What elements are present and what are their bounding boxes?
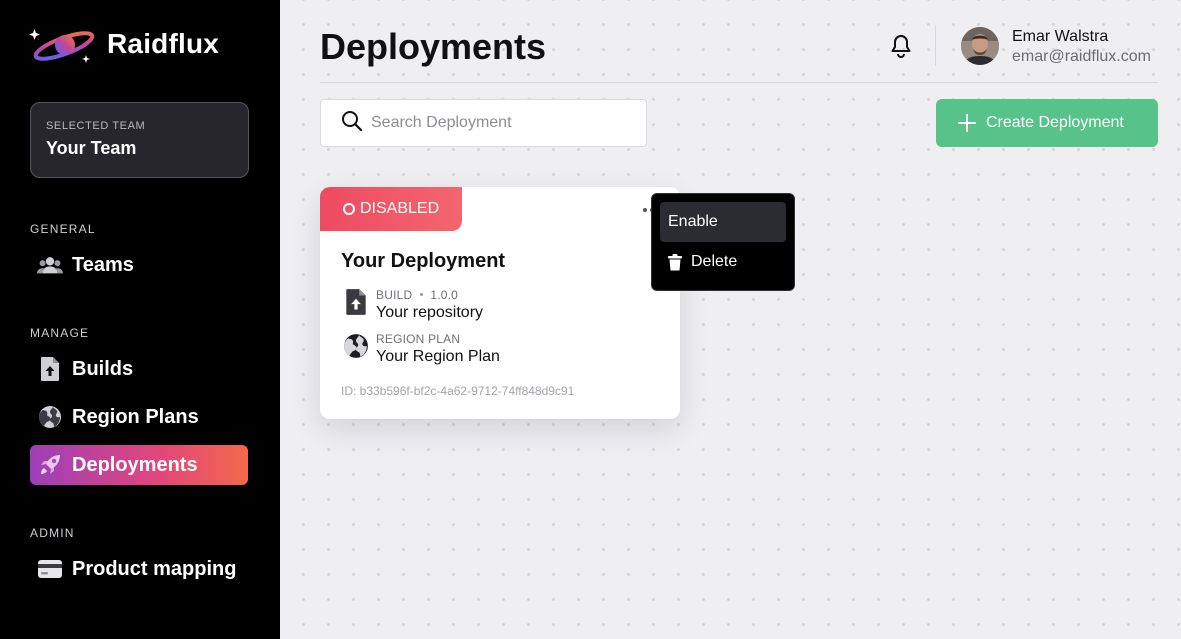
section-label-general: GENERAL (30, 222, 96, 236)
region-plan-caption: REGION PLAN (376, 332, 461, 346)
sidebar-item-teams[interactable]: Teams (30, 245, 248, 285)
status-circle-icon (343, 203, 355, 215)
build-info: BUILD 1.0.0 Your repository (342, 288, 483, 322)
planet-logo-icon (29, 24, 95, 64)
globe-icon (342, 332, 370, 360)
trash-icon (668, 253, 682, 271)
search-icon (341, 110, 363, 137)
brand-logo[interactable]: Raidflux (29, 24, 219, 64)
sidebar-item-label: Deployments (72, 453, 198, 476)
build-caption: BUILD (376, 288, 413, 302)
build-repository: Your repository (376, 304, 484, 321)
sidebar-item-product-mapping[interactable]: Product mapping (30, 549, 248, 589)
notifications-bell-icon[interactable] (888, 32, 914, 60)
team-selector[interactable]: SELECTED TEAM Your Team (30, 102, 249, 178)
team-selector-caption: SELECTED TEAM (46, 120, 146, 132)
create-deployment-button[interactable]: Create Deployment (936, 99, 1158, 147)
status-badge: DISABLED (320, 187, 462, 231)
page-title: Deployments (320, 26, 547, 67)
brand-name: Raidflux (107, 28, 220, 59)
sidebar-item-label: Region Plans (72, 405, 199, 428)
deployment-card[interactable]: DISABLED Your Deployment BUILD 1.0.0 Your… (320, 187, 680, 419)
search-box[interactable] (320, 99, 647, 147)
sidebar-item-region-plans[interactable]: Region Plans (30, 397, 248, 437)
users-icon (37, 252, 63, 278)
sidebar-item-label: Product mapping (72, 557, 237, 580)
menu-item-delete[interactable]: Delete (660, 242, 786, 282)
user-avatar[interactable] (961, 27, 999, 65)
build-version: 1.0.0 (430, 288, 459, 302)
section-label-manage: MANAGE (30, 326, 90, 340)
file-upload-icon (342, 288, 370, 316)
status-badge-label: DISABLED (360, 200, 440, 217)
deployment-title: Your Deployment (341, 250, 506, 272)
header-divider-line (320, 82, 1158, 83)
region-plan-info: REGION PLAN Your Region Plan (342, 332, 500, 366)
sidebar-item-builds[interactable]: Builds (30, 349, 248, 389)
globe-icon (37, 404, 63, 430)
rocket-icon (37, 452, 63, 478)
plus-icon (958, 114, 976, 132)
main-content: Deployments Emar Walstra emar@raidflux.c… (280, 0, 1181, 639)
menu-item-label: Enable (668, 213, 718, 230)
user-email: emar@raidflux.com (1012, 48, 1151, 65)
sidebar-item-label: Teams (72, 253, 134, 276)
section-label-admin: ADMIN (30, 526, 75, 540)
file-upload-icon (37, 356, 63, 382)
menu-item-enable[interactable]: Enable (660, 202, 786, 242)
create-deployment-label: Create Deployment (986, 114, 1124, 131)
credit-card-icon (37, 556, 63, 582)
menu-item-label: Delete (691, 253, 738, 270)
search-input[interactable] (371, 114, 631, 132)
user-name: Emar Walstra (1012, 28, 1109, 45)
deployment-context-menu: Enable Delete (651, 193, 795, 291)
header-divider (935, 26, 936, 66)
sidebar-item-label: Builds (72, 357, 134, 380)
sidebar-item-deployments[interactable]: Deployments (30, 445, 248, 485)
deployment-id: ID: b33b596f-bf2c-4a62-9712-74ff848d9c91 (341, 384, 575, 398)
sidebar: Raidflux SELECTED TEAM Your Team GENERAL… (0, 0, 280, 639)
team-selector-name: Your Team (46, 138, 137, 158)
region-plan-value: Your Region Plan (376, 348, 500, 365)
